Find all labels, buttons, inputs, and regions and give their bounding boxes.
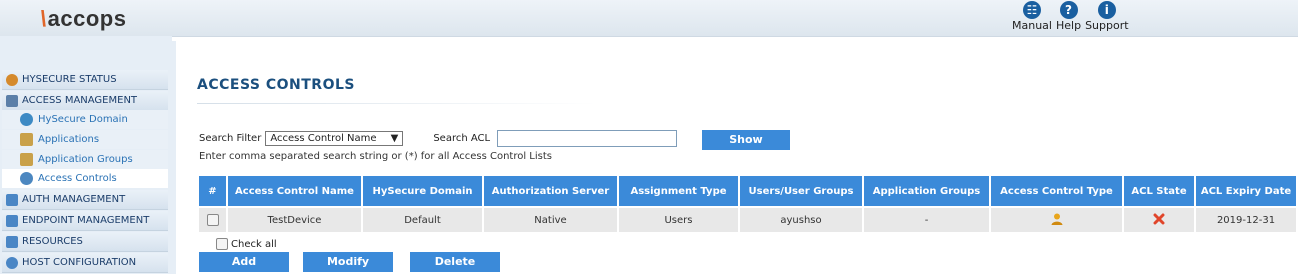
sidebar-item-access-management[interactable]: ACCESS MANAGEMENT — [2, 91, 168, 111]
cell-domain: Default — [362, 206, 484, 232]
sidebar-item-application-groups[interactable]: Application Groups — [2, 150, 168, 169]
top-bar: \accops ☷ Manual ? Help i Support — [0, 0, 1298, 36]
domain-icon — [20, 113, 33, 126]
col-assignment-type[interactable]: Assignment Type — [618, 176, 740, 207]
endpoint-management-icon — [6, 214, 18, 227]
cell-assignment: Users — [618, 206, 740, 232]
host-configuration-icon — [6, 256, 18, 269]
sidebar-item-label: HYSECURE STATUS — [22, 74, 117, 85]
col-hysecure-domain[interactable]: HySecure Domain — [362, 176, 484, 207]
sidebar-item-hysecure-domain[interactable]: HySecure Domain — [2, 110, 168, 129]
search-acl-input[interactable] — [497, 130, 678, 147]
application-groups-icon — [20, 153, 33, 166]
user-icon — [1051, 213, 1062, 225]
access-management-icon — [6, 94, 18, 107]
sidebar-item-label: Application Groups — [38, 154, 133, 165]
title-underline — [197, 103, 597, 104]
resources-icon — [6, 235, 18, 248]
top-links: ☷ Manual ? Help i Support — [1012, 0, 1129, 32]
access-controls-icon — [20, 172, 33, 185]
manual-label: Manual — [1012, 19, 1052, 32]
add-button[interactable]: Add — [199, 252, 289, 272]
row-checkbox[interactable] — [206, 214, 219, 226]
main-content: ACCESS CONTROLS Search Filter Access Con… — [176, 40, 1298, 274]
cell-name[interactable]: TestDevice — [227, 206, 363, 232]
col-authorization-server[interactable]: Authorization Server — [483, 176, 619, 207]
sidebar-item-label: RESOURCES — [22, 236, 83, 247]
table-row[interactable]: TestDevice Default Native Users ayushso … — [199, 206, 1296, 232]
support-label: Support — [1085, 19, 1129, 32]
sidebar-item-label: ENDPOINT MANAGEMENT — [22, 215, 150, 226]
sidebar-item-resources[interactable]: RESOURCES — [2, 232, 168, 252]
search-hint: Enter comma separated search string or (… — [199, 151, 552, 162]
search-filter-select[interactable]: Access Control Name ▼ — [265, 131, 404, 146]
col-users-user-groups[interactable]: Users/User Groups — [739, 176, 864, 207]
sidebar-item-hysecure-status[interactable]: HYSECURE STATUS — [2, 70, 168, 90]
help-icon: ? — [1059, 1, 1078, 19]
check-all[interactable]: Check all — [216, 238, 277, 250]
sidebar-item-label: HySecure Domain — [38, 114, 128, 125]
check-all-checkbox[interactable] — [216, 238, 228, 250]
show-button[interactable]: Show — [702, 130, 790, 150]
auth-management-icon — [6, 193, 18, 206]
sidebar-item-label: AUTH MANAGEMENT — [22, 194, 126, 205]
sidebar-item-access-controls[interactable]: Access Controls — [2, 169, 168, 188]
sidebar-item-auth-management[interactable]: AUTH MANAGEMENT — [2, 190, 168, 210]
support-link[interactable]: i Support — [1085, 0, 1129, 32]
accops-logo: \accops — [40, 6, 127, 31]
sidebar-item-label: HOST CONFIGURATION — [22, 257, 137, 268]
search-filter-label: Search Filter — [199, 133, 262, 144]
sidebar-item-label: ACCESS MANAGEMENT — [22, 95, 138, 106]
col-index: # — [199, 176, 228, 207]
cell-auth-server: Native — [483, 206, 619, 232]
col-acl-expiry-date[interactable]: ACL Expiry Date — [1195, 176, 1296, 207]
manual-link[interactable]: ☷ Manual — [1012, 0, 1052, 32]
sidebar-item-endpoint-management[interactable]: ENDPOINT MANAGEMENT — [2, 211, 168, 231]
search-filter-value: Access Control Name — [270, 133, 377, 144]
search-acl-label: Search ACL — [433, 133, 491, 144]
page-title: ACCESS CONTROLS — [197, 77, 355, 93]
sidebar: HYSECURE STATUS ACCESS MANAGEMENT HySecu… — [0, 36, 168, 274]
col-access-control-name[interactable]: Access Control Name — [227, 176, 363, 207]
col-acl-state[interactable]: ACL State — [1123, 176, 1196, 207]
modify-button[interactable]: Modify — [303, 252, 393, 272]
applications-icon — [20, 133, 33, 146]
sidebar-item-label: Applications — [38, 134, 100, 145]
col-access-control-type[interactable]: Access Control Type — [990, 176, 1124, 207]
cell-type — [990, 206, 1124, 232]
disabled-x-icon — [1153, 213, 1165, 224]
manual-icon: ☷ — [1022, 1, 1041, 19]
cell-app-groups: - — [863, 206, 991, 232]
col-application-groups[interactable]: Application Groups — [863, 176, 991, 207]
delete-button[interactable]: Delete — [410, 252, 500, 272]
chevron-down-icon: ▼ — [390, 133, 399, 144]
row-checkbox-cell — [199, 206, 228, 232]
cell-state[interactable] — [1123, 206, 1196, 232]
sidebar-item-label: Access Controls — [38, 173, 117, 184]
cell-users: ayushso — [739, 206, 864, 232]
status-icon — [6, 73, 18, 86]
search-row: Search Filter Access Control Name ▼ Sear… — [199, 130, 678, 147]
check-all-label: Check all — [231, 238, 277, 250]
cell-expiry: 2019-12-31 — [1195, 206, 1296, 232]
help-label: Help — [1055, 19, 1082, 32]
help-link[interactable]: ? Help — [1056, 0, 1081, 32]
sidebar-item-host-configuration[interactable]: HOST CONFIGURATION — [2, 253, 168, 273]
info-icon: i — [1097, 1, 1116, 19]
table-header-row: # Access Control Name HySecure Domain Au… — [199, 176, 1296, 207]
sidebar-item-applications[interactable]: Applications — [2, 130, 168, 149]
access-control-table: # Access Control Name HySecure Domain Au… — [199, 176, 1296, 232]
